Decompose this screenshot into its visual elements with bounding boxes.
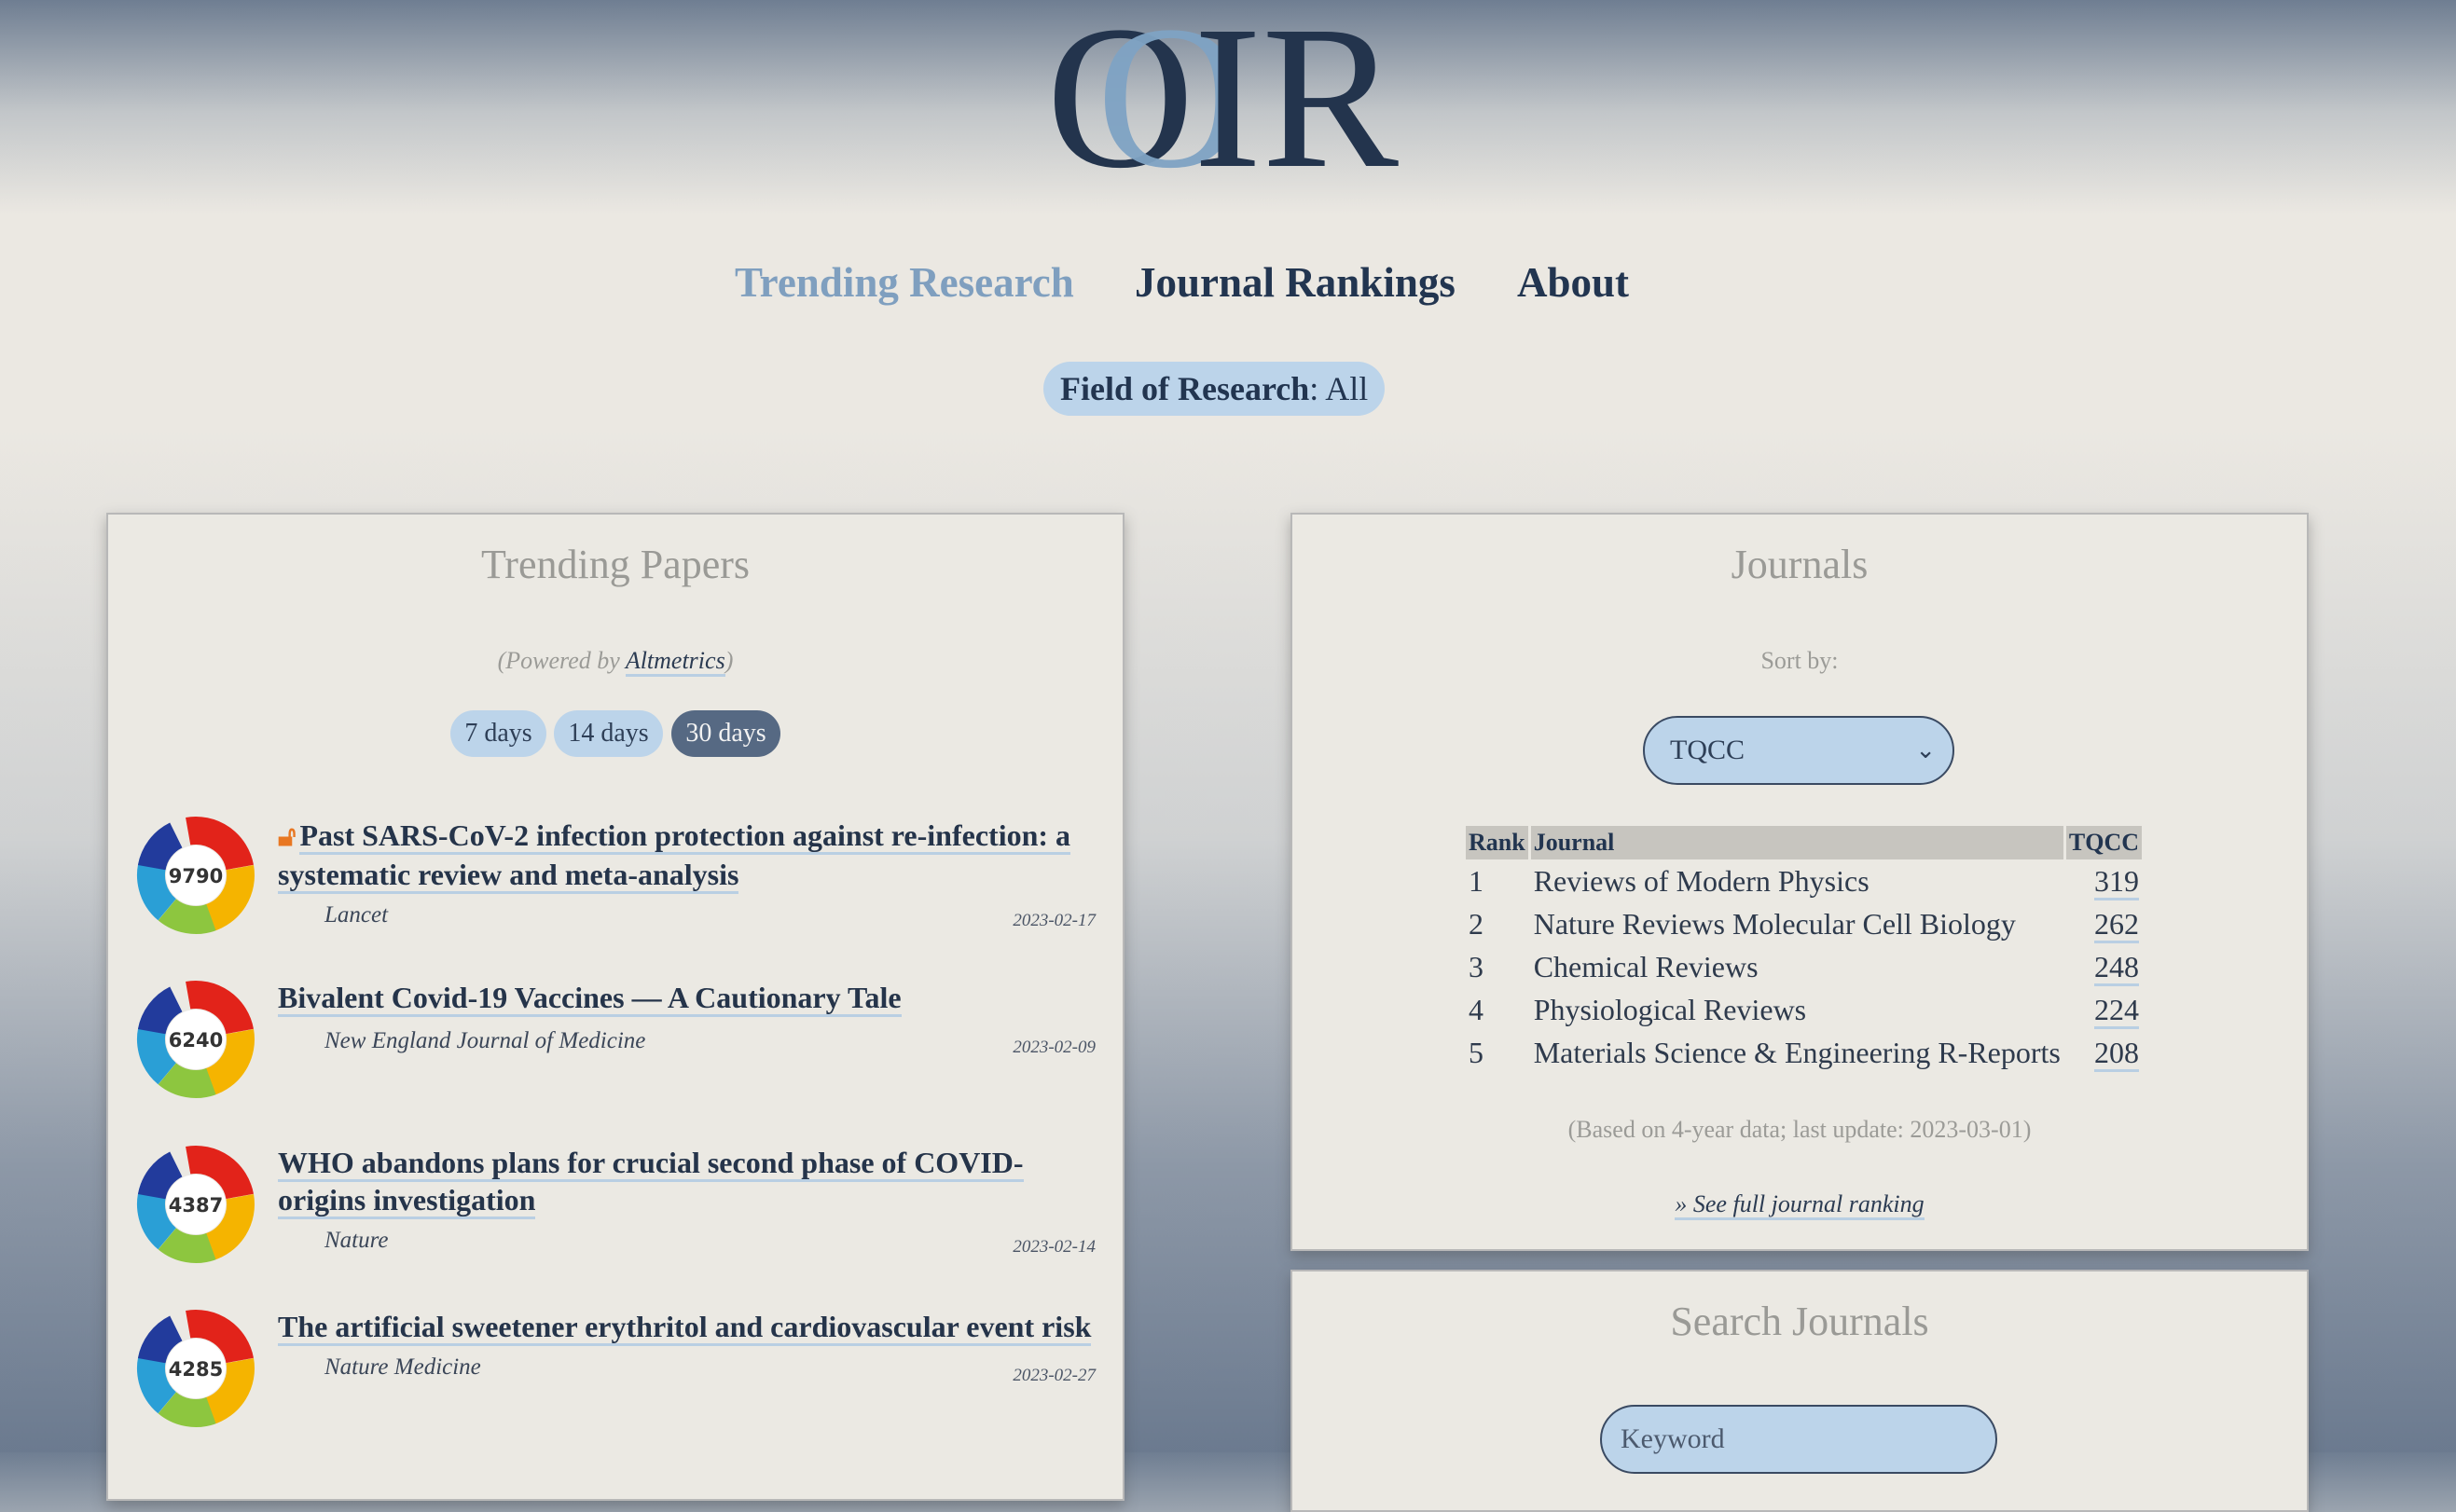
powered-by-note: (Powered by Altmetrics)	[106, 647, 1125, 677]
table-row: 4 Physiological Reviews 224	[1466, 988, 2142, 1031]
paper-date: 2023-02-09	[1013, 1038, 1096, 1057]
ranking-basis-note: (Based on 4-year data; last update: 2023…	[1567, 1116, 2032, 1143]
altmetric-score: 6240	[169, 1029, 223, 1052]
open-access-icon: 🔓︎	[278, 821, 297, 852]
full-ranking-link[interactable]: » See full journal ranking	[1675, 1190, 1925, 1220]
chevron-down-icon: ⌄	[1915, 736, 1936, 763]
tqcc-value[interactable]: 319	[2094, 863, 2139, 900]
journal-ranking-table: Rank Journal TQCC 1 Reviews of Modern Ph…	[1463, 826, 2145, 1074]
journal-cell[interactable]: Chemical Reviews	[1531, 945, 2063, 988]
field-of-research-selector[interactable]: Field of Research: All	[1043, 362, 1386, 416]
paper-date: 2023-02-27	[1013, 1366, 1096, 1385]
paper-date: 2023-02-14	[1013, 1237, 1096, 1257]
nav-journal-rankings[interactable]: Journal Rankings	[1135, 252, 1456, 313]
paper-title-link[interactable]: Bivalent Covid-19 Vaccines — A Cautionar…	[278, 981, 902, 1017]
search-journals-title: Search Journals	[1670, 1299, 1929, 1344]
paper-title-link[interactable]: WHO abandons plans for crucial second ph…	[278, 1146, 1024, 1219]
paper-title[interactable]: WHO abandons plans for crucial second ph…	[278, 1144, 1094, 1219]
powered-prefix: (Powered by	[497, 647, 626, 674]
journal-search-input[interactable]	[1600, 1405, 1997, 1474]
tqcc-value[interactable]: 248	[2094, 949, 2139, 986]
journal-cell[interactable]: Physiological Reviews	[1531, 988, 2063, 1031]
tqcc-value[interactable]: 224	[2094, 992, 2139, 1029]
field-colon: :	[1309, 370, 1326, 407]
main-nav: Trending Research Journal Rankings About	[0, 252, 2456, 317]
tqcc-value[interactable]: 208	[2094, 1035, 2139, 1072]
site-logo[interactable]: O O IR	[1046, 0, 1445, 211]
altmetrics-link[interactable]: Altmetrics	[625, 647, 725, 677]
table-row: 5 Materials Science & Engineering R-Repo…	[1466, 1031, 2142, 1074]
tqcc-cell[interactable]: 319	[2066, 859, 2142, 902]
powered-suffix: )	[724, 647, 734, 674]
column-header-tqcc: TQCC	[2065, 826, 2142, 859]
nav-trending-research[interactable]: Trending Research	[735, 252, 1074, 313]
tqcc-cell[interactable]: 248	[2066, 945, 2142, 988]
paper-journal: Lancet	[324, 902, 389, 928]
rank-cell: 5	[1469, 1035, 1483, 1069]
field-value: All	[1325, 370, 1369, 407]
paper-journal: Nature	[324, 1228, 389, 1253]
tqcc-cell[interactable]: 208	[2066, 1031, 2142, 1074]
tqcc-value[interactable]: 262	[2094, 906, 2139, 943]
altmetric-donut-icon[interactable]: 4285	[135, 1308, 256, 1429]
period-14-days-button[interactable]: 14 days	[554, 710, 663, 757]
column-header-journal: Journal	[1530, 826, 2063, 859]
full-ranking-link-wrap: » See full journal ranking	[1290, 1190, 2309, 1220]
paper-title[interactable]: Bivalent Covid-19 Vaccines — A Cautionar…	[278, 979, 1094, 1017]
altmetric-score: 9790	[169, 865, 223, 887]
nav-about[interactable]: About	[1517, 252, 1629, 313]
paper-title[interactable]: 🔓︎ Past SARS-CoV-2 infection protection a…	[278, 817, 1094, 894]
rank-cell: 4	[1469, 992, 1483, 1026]
paper-title-link[interactable]: Past SARS-CoV-2 infection protection aga…	[278, 818, 1071, 894]
column-header-rank: Rank	[1466, 826, 1528, 859]
altmetric-score: 4285	[169, 1358, 223, 1381]
tqcc-cell[interactable]: 224	[2066, 988, 2142, 1031]
tqcc-cell[interactable]: 262	[2066, 902, 2142, 945]
paper-title[interactable]: The artificial sweetener erythritol and …	[278, 1308, 1094, 1346]
sort-select[interactable]: TQCC ⌄	[1643, 716, 1954, 785]
sort-select-value: TQCC	[1670, 735, 1745, 765]
altmetric-donut-icon[interactable]: 6240	[135, 979, 256, 1100]
table-row: 3 Chemical Reviews 248	[1466, 945, 2142, 988]
paper-title-link[interactable]: The artificial sweetener erythritol and …	[278, 1310, 1092, 1346]
sort-by-label: Sort by:	[1760, 647, 1839, 674]
paper-date: 2023-02-17	[1013, 911, 1096, 930]
table-row: 1 Reviews of Modern Physics 319	[1466, 859, 2142, 902]
altmetric-donut-icon[interactable]: 9790	[135, 815, 256, 936]
altmetric-donut-icon[interactable]: 4387	[135, 1144, 256, 1265]
paper-journal: New England Journal of Medicine	[324, 1028, 646, 1053]
altmetric-score: 4387	[169, 1194, 223, 1216]
paper-journal: Nature Medicine	[324, 1354, 481, 1380]
logo-letters-ir: IR	[1194, 6, 1399, 183]
journal-cell[interactable]: Materials Science & Engineering R-Report…	[1531, 1031, 2063, 1074]
rank-cell: 3	[1469, 949, 1483, 983]
journal-cell[interactable]: Reviews of Modern Physics	[1531, 859, 2063, 902]
period-7-days-button[interactable]: 7 days	[450, 710, 546, 757]
table-row: 2 Nature Reviews Molecular Cell Biology …	[1466, 902, 2142, 945]
period-30-days-button[interactable]: 30 days	[671, 710, 780, 757]
table-header-row: Rank Journal TQCC	[1466, 826, 2142, 859]
journal-cell[interactable]: Nature Reviews Molecular Cell Biology	[1531, 902, 2063, 945]
trending-papers-title: Trending Papers	[480, 542, 751, 587]
field-label: Field of Research	[1060, 370, 1310, 407]
rank-cell: 2	[1469, 906, 1483, 941]
rank-cell: 1	[1469, 863, 1483, 898]
journals-title: Journals	[1731, 542, 1869, 587]
